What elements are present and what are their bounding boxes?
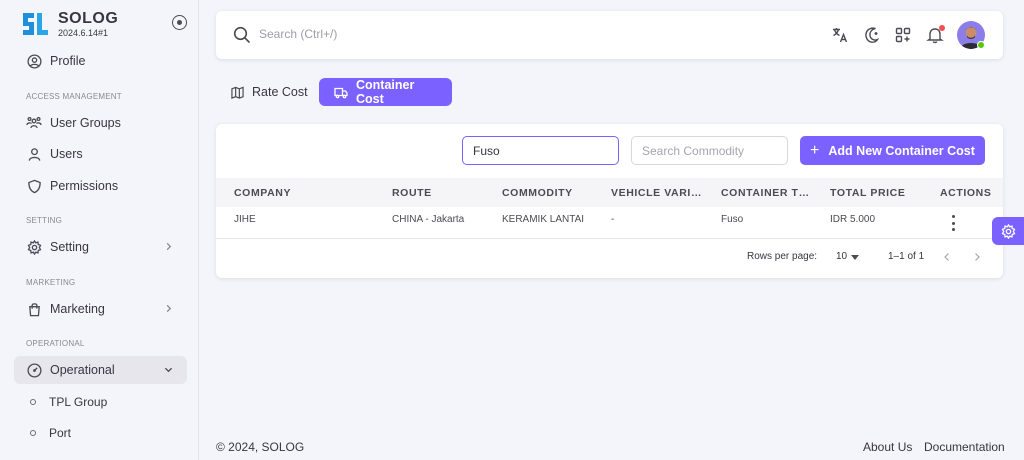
sidebar-collapse-icon[interactable]: [172, 15, 187, 30]
search-icon[interactable]: [233, 26, 251, 44]
sidebar-subitem-label: Port: [49, 426, 72, 440]
sidebar-item-setting[interactable]: Setting: [14, 233, 187, 261]
pagination-range: 1–1 of 1: [888, 251, 925, 262]
sidebar-item-label: User Groups: [50, 116, 121, 130]
rows-per-page-select[interactable]: 10: [836, 251, 847, 262]
column-header-actions: ACTIONS: [940, 187, 992, 199]
container-cost-card: Fuso Search Commodity + Add New Containe…: [216, 124, 1003, 278]
gauge-icon: [26, 362, 42, 378]
grid-add-icon[interactable]: [893, 25, 913, 45]
plus-icon: +: [810, 141, 820, 159]
brand-name: SOLOG: [58, 9, 119, 27]
tab-label: Container Cost: [356, 78, 415, 106]
cell-container-type: Fuso: [721, 214, 744, 225]
online-status-icon: [977, 41, 985, 49]
section-title-access: ACCESS MANAGEMENT: [26, 92, 122, 101]
chevron-down-icon: [164, 367, 173, 373]
shopping-bag-icon: [26, 301, 42, 317]
caret-down-icon[interactable]: [851, 255, 859, 260]
sidebar-item-label: Setting: [50, 240, 89, 254]
column-header-route[interactable]: ROUTE: [392, 187, 492, 199]
user-icon: [26, 146, 42, 162]
notification-badge: [939, 25, 945, 31]
sidebar-item-label: Marketing: [50, 302, 105, 316]
sidebar-item-label: Operational: [50, 363, 115, 377]
gear-icon: [1001, 223, 1015, 239]
sidebar-item-permissions[interactable]: Permissions: [14, 172, 187, 200]
footer-about-link[interactable]: About Us: [863, 440, 912, 454]
truck-icon: [334, 86, 348, 99]
rows-per-page-label: Rows per page:: [747, 251, 818, 262]
circle-icon: [30, 399, 36, 405]
column-header-company[interactable]: COMPANY: [234, 187, 374, 199]
sidebar-item-user-groups[interactable]: User Groups: [14, 109, 187, 137]
moon-icon[interactable]: [862, 25, 882, 45]
chevron-right-icon: [166, 304, 172, 313]
bell-icon[interactable]: [925, 25, 945, 45]
tab-rate-cost[interactable]: Rate Cost: [216, 78, 323, 106]
map-icon: [231, 86, 244, 99]
footer-copyright: © 2024, SOLOG: [216, 440, 305, 454]
sidebar-item-label: Users: [50, 147, 83, 161]
chevron-right-icon: [166, 242, 172, 251]
sidebar-subitem-tpl-group[interactable]: TPL Group: [14, 389, 187, 415]
sidebar-item-users[interactable]: Users: [14, 140, 187, 168]
column-header-container-type[interactable]: CONTAINER TY...: [721, 187, 811, 199]
translate-icon[interactable]: [830, 25, 850, 45]
column-header-vehicle-variant[interactable]: VEHICLE VARIA...: [611, 187, 707, 199]
chevron-left-icon[interactable]: [943, 253, 951, 261]
sidebar-item-label: Profile: [50, 54, 86, 68]
section-title-operational: OPERATIONAL: [26, 339, 85, 348]
circle-icon: [30, 430, 36, 436]
search-input[interactable]: Search (Ctrl+/): [259, 27, 337, 41]
shield-icon: [26, 178, 42, 194]
customizer-toggle[interactable]: [992, 217, 1024, 245]
cell-commodity: KERAMIK LANTAI: [502, 214, 585, 225]
brand-version: 2024.6.14#1: [58, 27, 109, 38]
solog-logo: [23, 13, 48, 35]
users-group-icon: [26, 115, 42, 131]
brand[interactable]: SOLOG 2024.6.14#1: [20, 8, 118, 40]
gear-icon: [26, 239, 42, 255]
sidebar-item-operational[interactable]: Operational: [14, 356, 187, 384]
more-vertical-icon[interactable]: [951, 215, 955, 231]
sidebar-item-label: Permissions: [50, 179, 119, 193]
table-header: COMPANY ROUTE COMMODITY VEHICLE VARIA...…: [216, 178, 1003, 207]
commodity-search-input[interactable]: Search Commodity: [631, 136, 788, 165]
company-filter-input[interactable]: Fuso: [462, 136, 619, 165]
cell-company: JIHE: [234, 214, 256, 225]
tab-label: Rate Cost: [252, 85, 308, 99]
section-title-setting: SETTING: [26, 216, 63, 225]
user-circle-icon: [26, 53, 42, 69]
sidebar-item-marketing[interactable]: Marketing: [14, 295, 187, 323]
cell-total-price: IDR 5.000: [830, 214, 876, 225]
topbar: Search (Ctrl+/): [216, 11, 1003, 59]
column-header-total-price[interactable]: TOTAL PRICE: [830, 187, 930, 199]
sidebar-subitem-label: TPL Group: [49, 395, 108, 409]
sidebar: SOLOG 2024.6.14#1 Profile ACCESS MANAGEM…: [0, 0, 199, 460]
footer-documentation-link[interactable]: Documentation: [924, 440, 1005, 454]
sidebar-subitem-port[interactable]: Port: [14, 420, 187, 446]
cell-vehicle-variant: -: [611, 214, 615, 225]
cell-route: CHINA - Jakarta: [392, 214, 465, 225]
add-button-label: Add New Container Cost: [828, 143, 975, 158]
tab-container-cost[interactable]: Container Cost: [319, 78, 452, 106]
add-container-cost-button[interactable]: + Add New Container Cost: [800, 136, 985, 165]
table-row[interactable]: JIHE CHINA - Jakarta KERAMIK LANTAI - Fu…: [216, 207, 1003, 239]
column-header-commodity[interactable]: COMMODITY: [502, 187, 602, 199]
section-title-marketing: MARKETING: [26, 278, 76, 287]
sidebar-item-profile[interactable]: Profile: [14, 47, 187, 75]
chevron-right-icon[interactable]: [973, 253, 981, 261]
